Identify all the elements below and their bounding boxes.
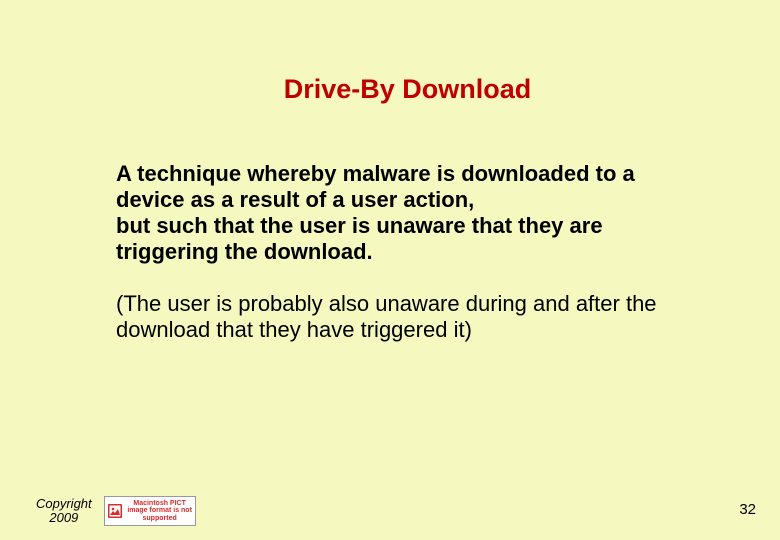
broken-image-icon <box>107 503 123 519</box>
copyright-label: Copyright 2009 <box>36 497 92 526</box>
broken-image-text: Macintosh PICT image format is not suppo… <box>127 500 193 522</box>
footer: Copyright 2009 Macintosh PICT image form… <box>36 496 196 526</box>
definition-paragraph: A technique whereby malware is downloade… <box>116 161 690 265</box>
slide-body: A technique whereby malware is downloade… <box>0 105 780 343</box>
slide-title: Drive-By Download <box>0 0 780 105</box>
broken-image-placeholder: Macintosh PICT image format is not suppo… <box>104 496 196 526</box>
note-paragraph: (The user is probably also unaware durin… <box>116 291 690 343</box>
slide: Drive-By Download A technique whereby ma… <box>0 0 780 540</box>
page-number: 32 <box>739 501 756 518</box>
copyright-line2: 2009 <box>49 510 78 525</box>
copyright-line1: Copyright <box>36 496 92 511</box>
